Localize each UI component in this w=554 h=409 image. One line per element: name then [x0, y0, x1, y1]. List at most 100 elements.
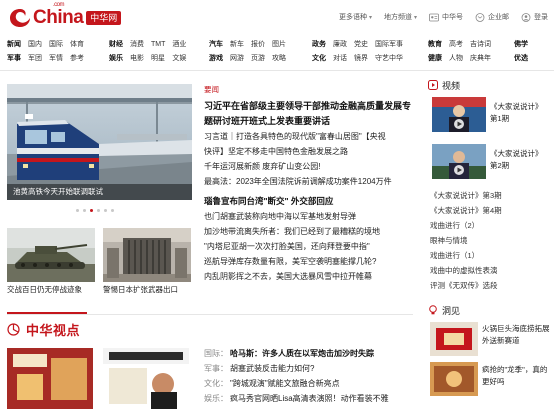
viewpoint-tag: 国际：: [204, 349, 228, 358]
zhonghua-hao-link[interactable]: 中华号: [429, 12, 463, 22]
nav-item[interactable]: 攻略: [272, 52, 286, 66]
opinion-thumb[interactable]: [430, 322, 478, 356]
video-thumb[interactable]: [432, 97, 486, 132]
viewpoint-item[interactable]: 娱乐： 疯马秀官网晒Lisa高清表演照！动作看装不雅: [204, 391, 416, 406]
nav-item[interactable]: 汽车: [209, 38, 223, 52]
news-item[interactable]: 内乱阴影挥之不去，美国大选暴风雪中拉开帷幕: [204, 269, 416, 284]
nav-item[interactable]: 明星: [151, 52, 165, 66]
nav-group-auto: 汽车 游戏 新车 网游 报价 页游 图片 攻略: [209, 38, 286, 66]
nav-item[interactable]: 政务: [312, 38, 326, 52]
nav-item[interactable]: 财经: [109, 38, 123, 52]
nav-item[interactable]: 军情: [49, 52, 63, 66]
nav-item[interactable]: 文化: [312, 52, 326, 66]
local-channel-menu[interactable]: 地方频道 ▾: [384, 12, 417, 22]
login-link[interactable]: 登录: [521, 12, 548, 22]
news-item-bold[interactable]: 瑙鲁宣布同台湾"断交" 外交部回应: [204, 194, 416, 209]
viewpoint-item[interactable]: 军事： 胡塞武装反击能力如何?: [204, 361, 416, 376]
carousel-dot[interactable]: [97, 209, 100, 212]
nav-item[interactable]: 教育: [428, 38, 442, 52]
thumb-caption[interactable]: 警惕日本扩张武器出口: [103, 284, 178, 295]
nav-item[interactable]: 新车: [230, 38, 244, 52]
opinion-text[interactable]: 疯抢的"龙季"，真的更好吗: [482, 364, 554, 388]
nav-item[interactable]: 军事: [7, 52, 21, 66]
video-list-item[interactable]: 戏曲进行（2）: [430, 218, 550, 233]
news-item[interactable]: 习言道｜打造各具特色的现代版"富春山居图"【央视: [204, 129, 416, 144]
thumb-image-tank[interactable]: [7, 228, 95, 282]
corporate-mail-link[interactable]: 企业邮: [475, 12, 509, 22]
viewpoint-thumb[interactable]: [103, 348, 189, 409]
video-title[interactable]: 《大家说说计》 第1期: [490, 101, 543, 125]
carousel-dot-active[interactable]: [90, 209, 93, 212]
nav-item[interactable]: 健康: [428, 52, 442, 66]
nav-item[interactable]: 页游: [251, 52, 265, 66]
nav-item[interactable]: 电影: [130, 52, 144, 66]
opinion-thumb[interactable]: [430, 362, 478, 396]
carousel-dot[interactable]: [83, 209, 86, 212]
nav-item[interactable]: 高考: [449, 38, 463, 52]
nav-item[interactable]: 军团: [28, 52, 42, 66]
nav-item[interactable]: 娱乐: [109, 52, 123, 66]
opinion-text[interactable]: 火锅巨头海底捞拓展外送新赛道: [482, 323, 554, 347]
news-item[interactable]: 也门胡塞武装称向地中海以军基地发射导弹: [204, 209, 416, 224]
nav-item[interactable]: 网游: [230, 52, 244, 66]
video-list-item[interactable]: 《大家说说计》第4期: [430, 203, 550, 218]
site-logo[interactable]: China .com 中华网: [8, 2, 122, 29]
nav-item[interactable]: 体育: [70, 38, 84, 52]
viewpoint-item[interactable]: 国际： 哈马斯：许多人质在以军炮击加沙时失踪: [204, 346, 416, 361]
nav-item[interactable]: 廉政: [333, 38, 347, 52]
video-list-item[interactable]: 戏曲中的虚拟性表演: [430, 263, 550, 278]
nav-item[interactable]: 人物: [449, 52, 463, 66]
news-item[interactable]: 加沙地带流离失所者：我们已经到了最糟糕的境地: [204, 224, 416, 239]
news-item[interactable]: "内塔尼亚胡一次次打脸美国，还向拜登要中指": [204, 239, 416, 254]
nav-item[interactable]: 参考: [70, 52, 84, 66]
main-nav: 新闻 军事 国内 军团 国际 军情 体育 参考 财经 娱乐 消费 电影 TMT …: [0, 38, 554, 68]
nav-item[interactable]: 庆典年: [470, 52, 491, 66]
viewpoint-item[interactable]: 文化： "跨城观演"赋能文旅融合新亮点: [204, 376, 416, 391]
video-list-item[interactable]: 评测《无双传》选段: [430, 278, 550, 293]
nav-item[interactable]: 优选: [514, 52, 528, 66]
nav-item[interactable]: 守艺中华: [375, 52, 403, 66]
nav-item[interactable]: 报价: [251, 38, 265, 52]
viewpoint-thumb[interactable]: [7, 348, 93, 409]
video-list-item[interactable]: 眼神与情境: [430, 233, 550, 248]
nav-item[interactable]: 吉诗词: [470, 38, 491, 52]
section-label: 要闻: [204, 85, 219, 94]
video-title[interactable]: 《大家说说计》 第2期: [490, 148, 543, 172]
news-item[interactable]: 千年运河展新颜 废弃矿山变公园!: [204, 159, 416, 174]
video-thumb[interactable]: [432, 144, 486, 179]
thumb-caption[interactable]: 交战百日仍无停战迹象: [7, 284, 82, 295]
carousel-dot[interactable]: [104, 209, 107, 212]
language-label: 更多语种: [338, 14, 367, 21]
nav-item[interactable]: 佛学: [514, 38, 528, 52]
nav-item[interactable]: 党史: [354, 38, 368, 52]
hero-slide[interactable]: 池黄高铁今天开始联调联试: [7, 84, 192, 200]
opinion-thumb-image: [430, 362, 478, 396]
chevron-down-icon: ▾: [368, 14, 372, 21]
nav-item[interactable]: 游戏: [209, 52, 223, 66]
nav-item[interactable]: 图片: [272, 38, 286, 52]
language-menu[interactable]: 更多语种 ▾: [339, 12, 372, 22]
carousel-dot[interactable]: [111, 209, 114, 212]
nav-item[interactable]: 消费: [130, 38, 144, 52]
lead-headline[interactable]: 习近平在省部级主要领导干部推动金融高质量发展专题研讨班开班式上发表重要讲话: [204, 99, 416, 129]
video-list-item[interactable]: 《大家说说计》第3期: [430, 188, 550, 203]
chevron-down-icon: ▾: [413, 14, 417, 21]
news-item[interactable]: 最高法：2023年全国法院诉前调解成功案件1204万件: [204, 174, 416, 189]
nav-item[interactable]: 文娱: [172, 52, 186, 66]
carousel-dot[interactable]: [76, 209, 79, 212]
nav-item[interactable]: TMT: [151, 38, 165, 52]
news-item[interactable]: 快评】坚定不移走中国特色金融发展之路: [204, 144, 416, 159]
video-list-item[interactable]: 戏曲进行（1）: [430, 248, 550, 263]
nav-item[interactable]: 酒业: [172, 38, 186, 52]
nav-item[interactable]: 国际军事: [375, 38, 403, 52]
nav-item[interactable]: 新闻: [7, 38, 21, 52]
viewpoint-news: 国际： 哈马斯：许多人质在以军炮击加沙时失踪 军事： 胡塞武装反击能力如何? 文化：…: [204, 346, 416, 406]
nav-item[interactable]: 镜界: [354, 52, 368, 66]
nav-item[interactable]: 国际: [49, 38, 63, 52]
thumb-image-gate[interactable]: [103, 228, 191, 282]
nav-item[interactable]: 国内: [28, 38, 42, 52]
nav-item[interactable]: 对话: [333, 52, 347, 66]
news-item[interactable]: 巡航导弹库存数量有限，美军空袭明塞能撑几轮?: [204, 254, 416, 269]
video-thumb-image: [432, 97, 486, 132]
viewpoint-tag: 文化：: [204, 379, 228, 388]
